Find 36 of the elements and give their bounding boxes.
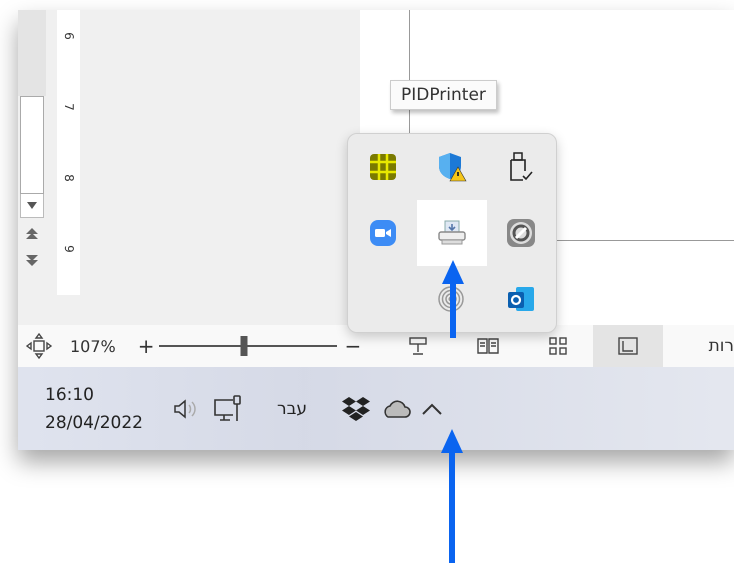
- grid-icon: [548, 336, 568, 356]
- scrollbar-thumb[interactable]: [20, 96, 44, 194]
- view-mode-button[interactable]: [593, 325, 664, 367]
- concentric-rings-icon: [437, 285, 465, 313]
- clock-time[interactable]: 16:10: [45, 384, 143, 404]
- next-page-icon[interactable]: [26, 254, 38, 266]
- ruler-number: 9: [60, 245, 76, 253]
- zoom-slider[interactable]: [158, 336, 337, 356]
- scroll-down-button[interactable]: [20, 194, 44, 218]
- chevron-up-icon[interactable]: [421, 402, 444, 416]
- mail-app-icon: [506, 284, 536, 314]
- clock-date[interactable]: 28/04/2022: [45, 412, 143, 432]
- tooltip: PIDPrinter: [390, 80, 497, 110]
- zoom-out-button[interactable]: −: [344, 334, 362, 358]
- print-layout-icon: [617, 336, 640, 356]
- network-icon[interactable]: [212, 394, 243, 422]
- ruler-number: 6: [60, 32, 76, 40]
- book-icon: [477, 338, 500, 354]
- video-camera-icon: [368, 219, 397, 247]
- status-text: רות: [708, 336, 734, 356]
- dropbox-icon[interactable]: [341, 396, 372, 422]
- printer-icon: [437, 220, 467, 246]
- chip-icon: [368, 152, 398, 182]
- usb-drive-icon: [508, 152, 534, 182]
- disc-app-icon: [506, 218, 536, 248]
- move-icon[interactable]: [26, 333, 52, 359]
- zoom-in-button[interactable]: +: [138, 334, 155, 358]
- presenter-icon: [408, 336, 428, 356]
- input-language[interactable]: עבר: [276, 398, 308, 418]
- ruler-number: 8: [60, 174, 76, 182]
- zoom-slider-thumb[interactable]: [240, 336, 248, 356]
- down-arrow-icon: [27, 202, 37, 209]
- shield-warning-icon: [436, 151, 468, 183]
- previous-page-icon[interactable]: [26, 228, 38, 240]
- zoom-percentage[interactable]: 107%: [70, 336, 116, 356]
- ruler-number: 7: [60, 103, 76, 111]
